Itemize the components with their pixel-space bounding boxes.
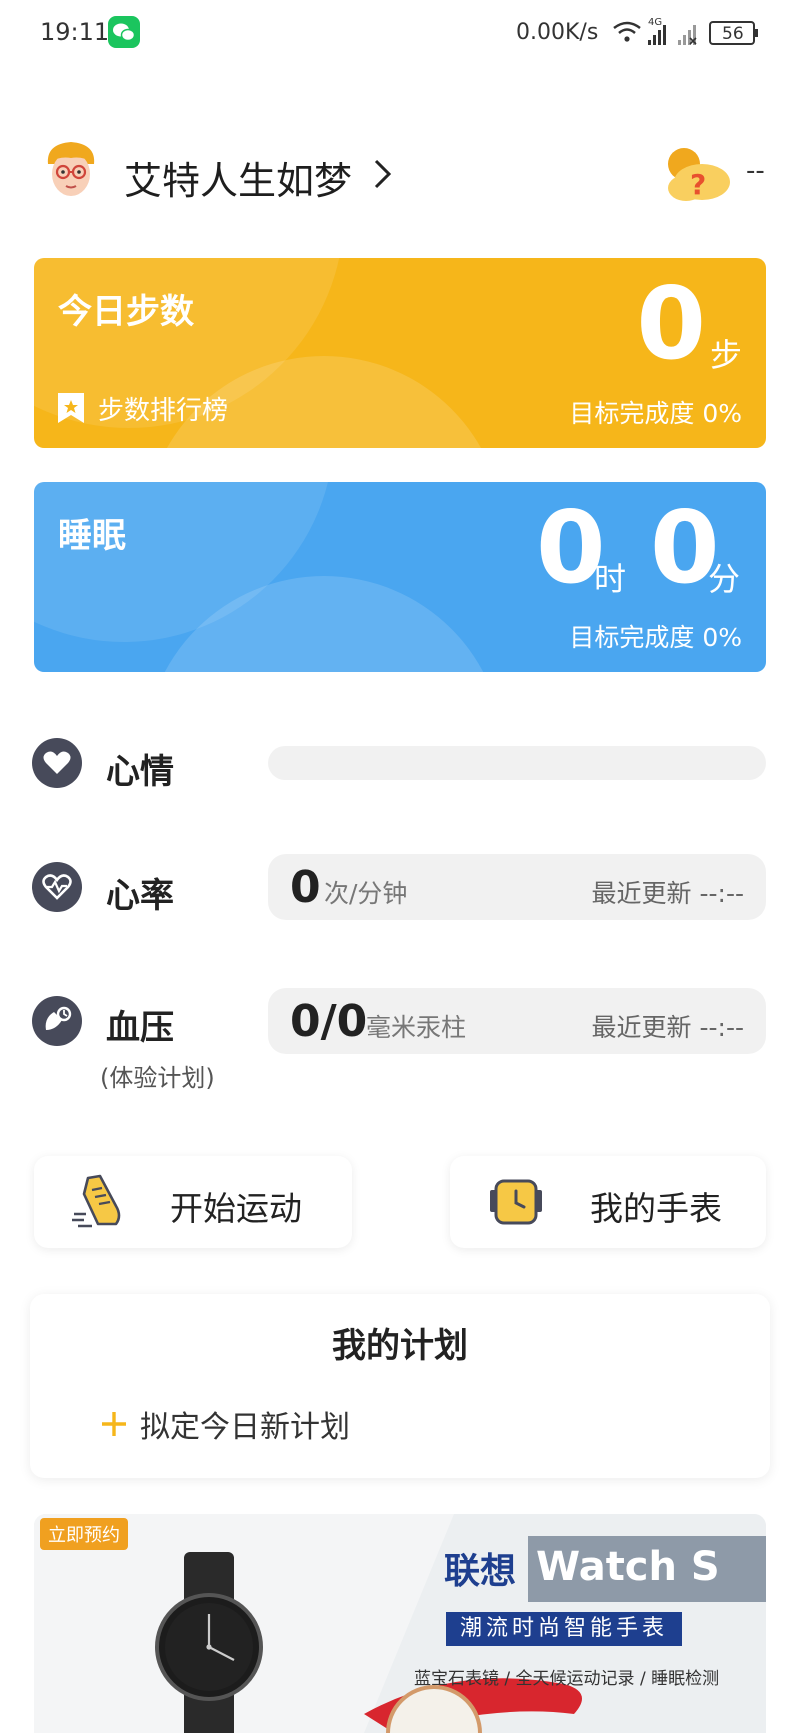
heart-rate-value: 0 (290, 862, 321, 913)
steps-ranking-link[interactable]: 步数排行榜 (56, 390, 228, 426)
signal-4g-icon: 4G (648, 17, 666, 45)
my-watch-label: 我的手表 (590, 1189, 722, 1228)
bookmark-star-icon (58, 393, 84, 423)
heart-icon (43, 751, 71, 774)
svg-text:?: ? (690, 168, 706, 201)
heart-rate-panel[interactable]: 0 次/分钟 最近更新 --:-- (268, 854, 766, 920)
wechat-notification-icon (108, 16, 140, 48)
heart-pulse-icon (42, 874, 72, 900)
plus-icon (102, 1412, 126, 1436)
blood-pressure-icon-circle (32, 996, 82, 1046)
battery-icon: 56 (709, 21, 758, 45)
mood-bar[interactable] (268, 746, 766, 780)
avatar-icon (47, 142, 95, 196)
sleep-minutes-unit: 分 (708, 560, 741, 598)
heart-rate-icon-circle (32, 862, 82, 912)
steps-title: 今日步数 (58, 292, 194, 332)
sleep-title: 睡眠 (58, 516, 126, 556)
status-time: 19:11 (40, 18, 110, 46)
watch-icon (490, 1179, 542, 1225)
reserve-now-tag[interactable]: 立即预约 (40, 1518, 128, 1550)
start-exercise-label: 开始运动 (170, 1189, 302, 1228)
sleep-hours-unit: 时 (594, 560, 627, 598)
wifi-icon (613, 21, 641, 42)
svg-text:56: 56 (722, 24, 744, 44)
username[interactable]: 艾特人生如梦 (124, 150, 352, 205)
status-icons: 4G 56 (613, 17, 758, 45)
weather-value: -- (746, 156, 765, 186)
heart-rate-unit: 次/分钟 (324, 879, 408, 908)
steps-ranking-label: 步数排行榜 (98, 395, 229, 426)
blood-pressure-value: 0/0 (290, 996, 368, 1047)
sleep-card[interactable]: 睡眠 0 时 0 分 目标完成度 0% (34, 482, 766, 672)
blood-pressure-label: 血压 (106, 1008, 174, 1048)
banner-product-name: Watch S (528, 1536, 766, 1602)
network-speed: 0.00K/s (516, 20, 599, 45)
weather-unknown-icon[interactable]: ? (660, 144, 732, 204)
plan-card: 我的计划 拟定今日新计划 (30, 1294, 770, 1478)
banner-brand: 联想 (444, 1551, 517, 1592)
svg-text:4G: 4G (648, 17, 662, 28)
add-plan-button[interactable]: 拟定今日新计划 (100, 1402, 350, 1446)
chevron-right-icon[interactable] (372, 158, 394, 190)
add-plan-label: 拟定今日新计划 (140, 1410, 350, 1445)
blood-pressure-updated: 最近更新 --:-- (591, 1013, 744, 1042)
mood-label: 心情 (106, 752, 174, 792)
plan-title: 我的计划 (332, 1326, 468, 1366)
my-watch-button[interactable]: 我的手表 (450, 1156, 766, 1248)
steps-unit: 步 (709, 336, 742, 374)
banner-features: 蓝宝石表镜 / 全天候运动记录 / 睡眠检测 (414, 1669, 720, 1689)
blood-pressure-sublabel: (体验计划) (100, 1064, 215, 1092)
avatar[interactable] (42, 138, 100, 204)
mood-icon-circle (32, 738, 82, 788)
start-exercise-button[interactable]: 开始运动 (34, 1156, 352, 1248)
status-bar: 19:11 0.00K/s 4G 56 (0, 0, 800, 66)
running-shoe-icon (72, 1174, 121, 1228)
steps-goal-text: 目标完成度 0% (569, 399, 742, 428)
heart-rate-label: 心率 (106, 876, 174, 916)
steps-card[interactable]: 今日步数 0 步 步数排行榜 目标完成度 0% (34, 258, 766, 448)
sleep-goal-text: 目标完成度 0% (569, 623, 742, 652)
blood-pressure-unit: 毫米汞柱 (366, 1013, 467, 1042)
steps-value: 0 (636, 265, 706, 382)
banner-slogan: 潮流时尚智能手表 (446, 1612, 682, 1646)
blood-pressure-icon (45, 1006, 72, 1030)
blood-pressure-panel[interactable]: 0/0 毫米汞柱 最近更新 --:-- (268, 988, 766, 1054)
signal-empty-icon (678, 25, 697, 45)
promo-banner[interactable]: 立即预约 Watch S 联想 潮流时尚智能手表 蓝宝石表镜 / 全天候运动记录… (34, 1514, 766, 1733)
heart-rate-updated: 最近更新 --:-- (591, 879, 744, 908)
